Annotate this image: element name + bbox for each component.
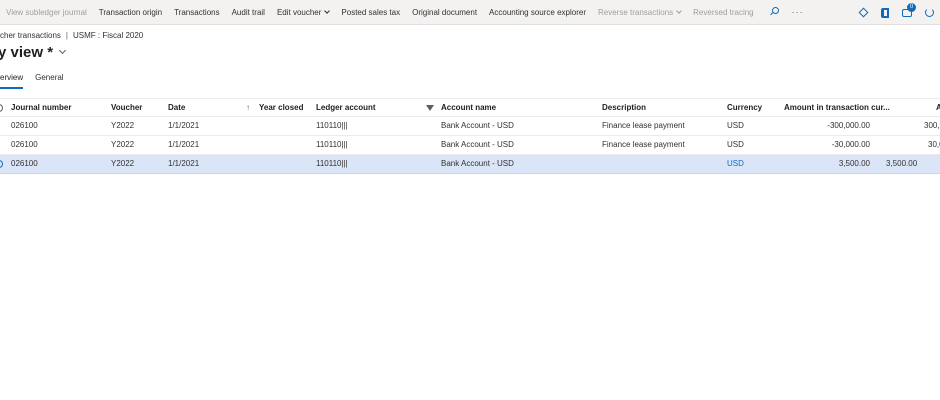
chevron-down-icon [324,7,331,14]
office-icon[interactable] [874,0,896,25]
date-cell: 1/1/2021 [168,159,200,168]
currency-cell: USD [727,140,744,149]
account-name-cell: Bank Account - USD [441,121,514,130]
ledger-account-cell[interactable]: 110110||| [316,136,348,154]
reverse-transactions-menu[interactable]: Reverse transactions [598,7,682,17]
voucher-cell[interactable]: Y2022 [111,117,134,135]
column-header-ledger-account[interactable]: Ledger account [316,99,376,117]
date-cell: 1/1/2021 [168,121,200,130]
notification-icon[interactable]: 0 [896,0,918,25]
column-header-voucher[interactable]: Voucher [111,99,142,117]
column-header-description[interactable]: Description [602,99,646,117]
view-selector[interactable]: y view * [0,44,67,61]
edit-voucher-label: Edit voucher [276,7,322,17]
column-header-account-name[interactable]: Account name [441,99,496,117]
ledger-account-cell[interactable]: 110110||| [316,117,348,135]
journal-number-cell: 026100 [11,121,38,130]
tab-general[interactable]: General [35,73,63,89]
tab-overview[interactable]: erview [0,73,24,89]
select-all-radio[interactable] [0,104,3,112]
posted-sales-tax-button[interactable]: Posted sales tax [341,8,400,17]
currency-cell: USD [727,121,744,130]
voucher-cell[interactable]: Y2022 [111,136,134,154]
amount-cell: 3,500.00 [886,159,918,168]
refresh-icon[interactable] [918,0,940,25]
column-header-year-closed[interactable]: Year closed [259,99,303,117]
reversed-tracing-button[interactable]: Reversed tracing [693,8,753,17]
row-select-radio[interactable] [0,160,3,168]
notification-badge: 0 [907,3,916,12]
column-header-amount[interactable]: A [936,99,940,117]
table-row[interactable]: 026100 Y2022 1/1/2021 110110||| Bank Acc… [0,117,940,136]
description-cell: Finance lease payment [602,140,685,149]
amount-cell: 30,0 [928,140,940,149]
action-bar: View subledger journal Transaction origi… [0,0,940,25]
more-options-icon[interactable]: ··· [792,7,804,17]
amount-transaction-currency-cell: 3,500.00 [838,159,870,168]
transactions-button[interactable]: Transactions [174,8,220,17]
account-name-cell: Bank Account - USD [441,159,514,168]
amount-cell: 300,0 [924,121,940,130]
column-header-journal-number[interactable]: Journal number [11,99,71,117]
breadcrumb-page[interactable]: cher transactions [0,31,61,40]
grid-header-row: Journal number Voucher Date ↑ Year close… [0,98,940,117]
transaction-origin-button[interactable]: Transaction origin [99,8,162,17]
column-header-amount-transaction-currency[interactable]: Amount in transaction cur... [784,99,890,117]
page-title: y view * [0,44,54,61]
action-bar-right-icons: 0 [852,0,940,25]
breadcrumb: cher transactions | USMF : Fiscal 2020 [0,31,143,40]
amount-transaction-currency-cell: -30,000.00 [831,140,870,149]
sort-ascending-icon[interactable]: ↑ [246,99,250,117]
amount-transaction-currency-cell: -300,000.00 [827,121,870,130]
journal-number-cell: 026100 [11,140,38,149]
voucher-transactions-grid: Journal number Voucher Date ↑ Year close… [0,98,940,174]
view-subledger-journal-button[interactable]: View subledger journal [6,8,87,17]
reverse-transactions-label: Reverse transactions [598,7,674,17]
journal-number-cell: 026100 [11,159,38,168]
chevron-down-icon [59,46,67,55]
filter-icon[interactable] [426,105,434,111]
breadcrumb-context: USMF : Fiscal 2020 [73,31,144,40]
description-cell: Finance lease payment [602,121,685,130]
diamond-icon[interactable] [852,0,874,25]
ledger-account-cell[interactable]: 110110||| [316,155,348,173]
chevron-down-icon [676,7,682,14]
audit-trail-button[interactable]: Audit trail [232,8,265,17]
original-document-button[interactable]: Original document [412,8,477,17]
table-row[interactable]: 026100 Y2022 1/1/2021 110110||| Bank Acc… [0,136,940,155]
table-row-selected[interactable]: 026100 Y2022 1/1/2021 110110||| Bank Acc… [0,155,940,174]
tab-strip: erview General [0,73,76,89]
column-header-date[interactable]: Date [168,99,185,117]
voucher-cell[interactable]: Y2022 [111,155,134,173]
date-cell: 1/1/2021 [168,140,200,149]
currency-cell[interactable]: USD [727,155,744,173]
search-icon[interactable] [769,7,780,17]
breadcrumb-separator: | [65,31,68,40]
column-header-currency[interactable]: Currency [727,99,762,117]
accounting-source-explorer-button[interactable]: Accounting source explorer [489,8,586,17]
account-name-cell: Bank Account - USD [441,140,514,149]
edit-voucher-menu[interactable]: Edit voucher [276,7,331,17]
